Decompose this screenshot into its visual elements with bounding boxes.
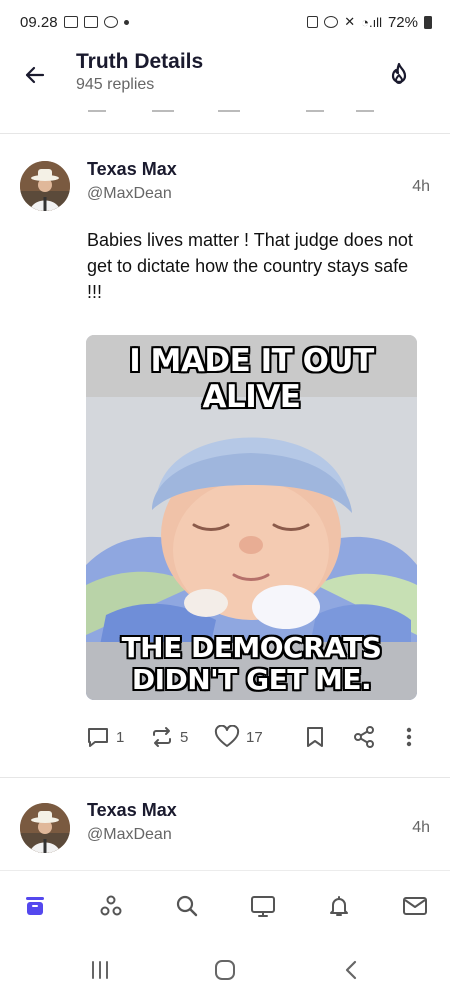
bottom-nav bbox=[0, 870, 450, 940]
gallery-notification-icon bbox=[63, 16, 78, 28]
post-card[interactable]: Texas Max @MaxDean 4h bbox=[0, 778, 450, 870]
author-handle[interactable]: @MaxDean bbox=[87, 826, 172, 844]
share-button[interactable] bbox=[352, 725, 376, 749]
avatar[interactable] bbox=[20, 161, 70, 211]
heart-icon bbox=[214, 725, 240, 747]
flame-icon bbox=[391, 62, 407, 84]
peek-like-icon bbox=[218, 104, 240, 112]
bookmark-button[interactable] bbox=[304, 725, 326, 749]
app-notification-icon bbox=[103, 16, 118, 28]
peek-reply-icon bbox=[88, 104, 106, 112]
chevron-left-icon bbox=[345, 960, 357, 980]
like-button[interactable]: 17 bbox=[214, 725, 263, 749]
arrow-left-icon bbox=[25, 66, 45, 84]
nav-tv[interactable] bbox=[246, 889, 280, 923]
post-image[interactable]: I MADE IT OUT ALIVE THE DEMOCRATS DIDN'T… bbox=[86, 335, 417, 700]
more-options-button[interactable] bbox=[404, 725, 414, 749]
previous-post-actions-peek bbox=[0, 104, 450, 134]
post-time: 4h bbox=[412, 178, 430, 195]
repost-icon bbox=[153, 727, 171, 747]
peek-retruth-icon bbox=[152, 104, 174, 112]
status-right: ✕ ◔.ıll 72% bbox=[307, 14, 432, 31]
author-name[interactable]: Texas Max bbox=[87, 800, 177, 821]
nav-home[interactable] bbox=[18, 889, 52, 923]
home-system-button[interactable] bbox=[210, 956, 240, 984]
share-icon bbox=[354, 726, 374, 748]
meme-bottom-caption-line1: THE DEMOCRATS bbox=[121, 631, 382, 664]
groups-icon bbox=[100, 895, 122, 916]
bookmark-icon bbox=[307, 727, 323, 747]
reply-button[interactable]: 1 bbox=[86, 725, 124, 749]
author-handle[interactable]: @MaxDean bbox=[87, 185, 172, 203]
post-time: 4h bbox=[412, 819, 430, 836]
nav-groups[interactable] bbox=[94, 889, 128, 923]
avatar[interactable] bbox=[20, 803, 70, 853]
nav-search[interactable] bbox=[170, 889, 204, 923]
mute-icon: ✕ bbox=[344, 14, 356, 29]
bell-icon bbox=[330, 896, 348, 916]
like-count-label: 17 bbox=[246, 728, 263, 746]
status-time: 09.28 bbox=[20, 13, 58, 31]
status-bar: 09.28 ✕ ◔.ıll 72% bbox=[0, 0, 450, 44]
recent-apps-button[interactable] bbox=[85, 956, 115, 984]
nav-messages[interactable] bbox=[398, 889, 432, 923]
reply-count-label: 1 bbox=[116, 728, 125, 746]
wifi-signal-icon: ◔.ıll bbox=[361, 14, 382, 30]
status-left: 09.28 bbox=[20, 14, 129, 31]
peek-share-icon bbox=[356, 104, 374, 112]
battery-percent: 72% bbox=[387, 13, 418, 31]
trending-button[interactable] bbox=[382, 58, 416, 92]
more-notifications-icon bbox=[123, 19, 129, 25]
peek-bookmark-icon bbox=[306, 104, 324, 112]
post-card[interactable]: Texas Max @MaxDean 4h Babies lives matte… bbox=[0, 135, 450, 777]
avatar-image bbox=[20, 803, 70, 853]
meme-bottom-caption-line2: DIDN'T GET ME. bbox=[131, 663, 372, 696]
system-nav-bar bbox=[0, 940, 450, 1000]
tv-icon bbox=[251, 896, 275, 917]
retruth-button[interactable]: 5 bbox=[150, 725, 188, 749]
linkedin-notification-icon bbox=[83, 16, 98, 28]
search-icon bbox=[176, 895, 198, 917]
lock-status-icon bbox=[307, 16, 319, 28]
meme-top-caption: I MADE IT OUT ALIVE bbox=[129, 343, 374, 415]
avatar-image bbox=[20, 161, 70, 211]
home-icon bbox=[26, 897, 44, 915]
nav-notifications[interactable] bbox=[322, 889, 356, 923]
more-vertical-icon bbox=[406, 727, 412, 747]
retruth-count-label: 5 bbox=[180, 728, 189, 746]
page-title: Truth Details bbox=[76, 50, 204, 73]
battery-icon bbox=[424, 15, 432, 29]
back-button[interactable] bbox=[18, 58, 52, 92]
home-circle-icon bbox=[215, 960, 235, 980]
recent-apps-icon bbox=[92, 961, 108, 979]
post-text: Babies lives matter ! That judge does no… bbox=[87, 230, 413, 302]
comment-icon bbox=[88, 728, 108, 747]
post-actions: 1 5 17 bbox=[86, 725, 426, 755]
author-name[interactable]: Texas Max bbox=[87, 159, 177, 180]
back-system-button[interactable] bbox=[336, 956, 366, 984]
app-header: Truth Details 945 replies bbox=[0, 44, 450, 106]
alarm-icon bbox=[324, 16, 339, 28]
mail-icon bbox=[403, 897, 427, 915]
reply-count: 945 replies bbox=[76, 76, 155, 93]
